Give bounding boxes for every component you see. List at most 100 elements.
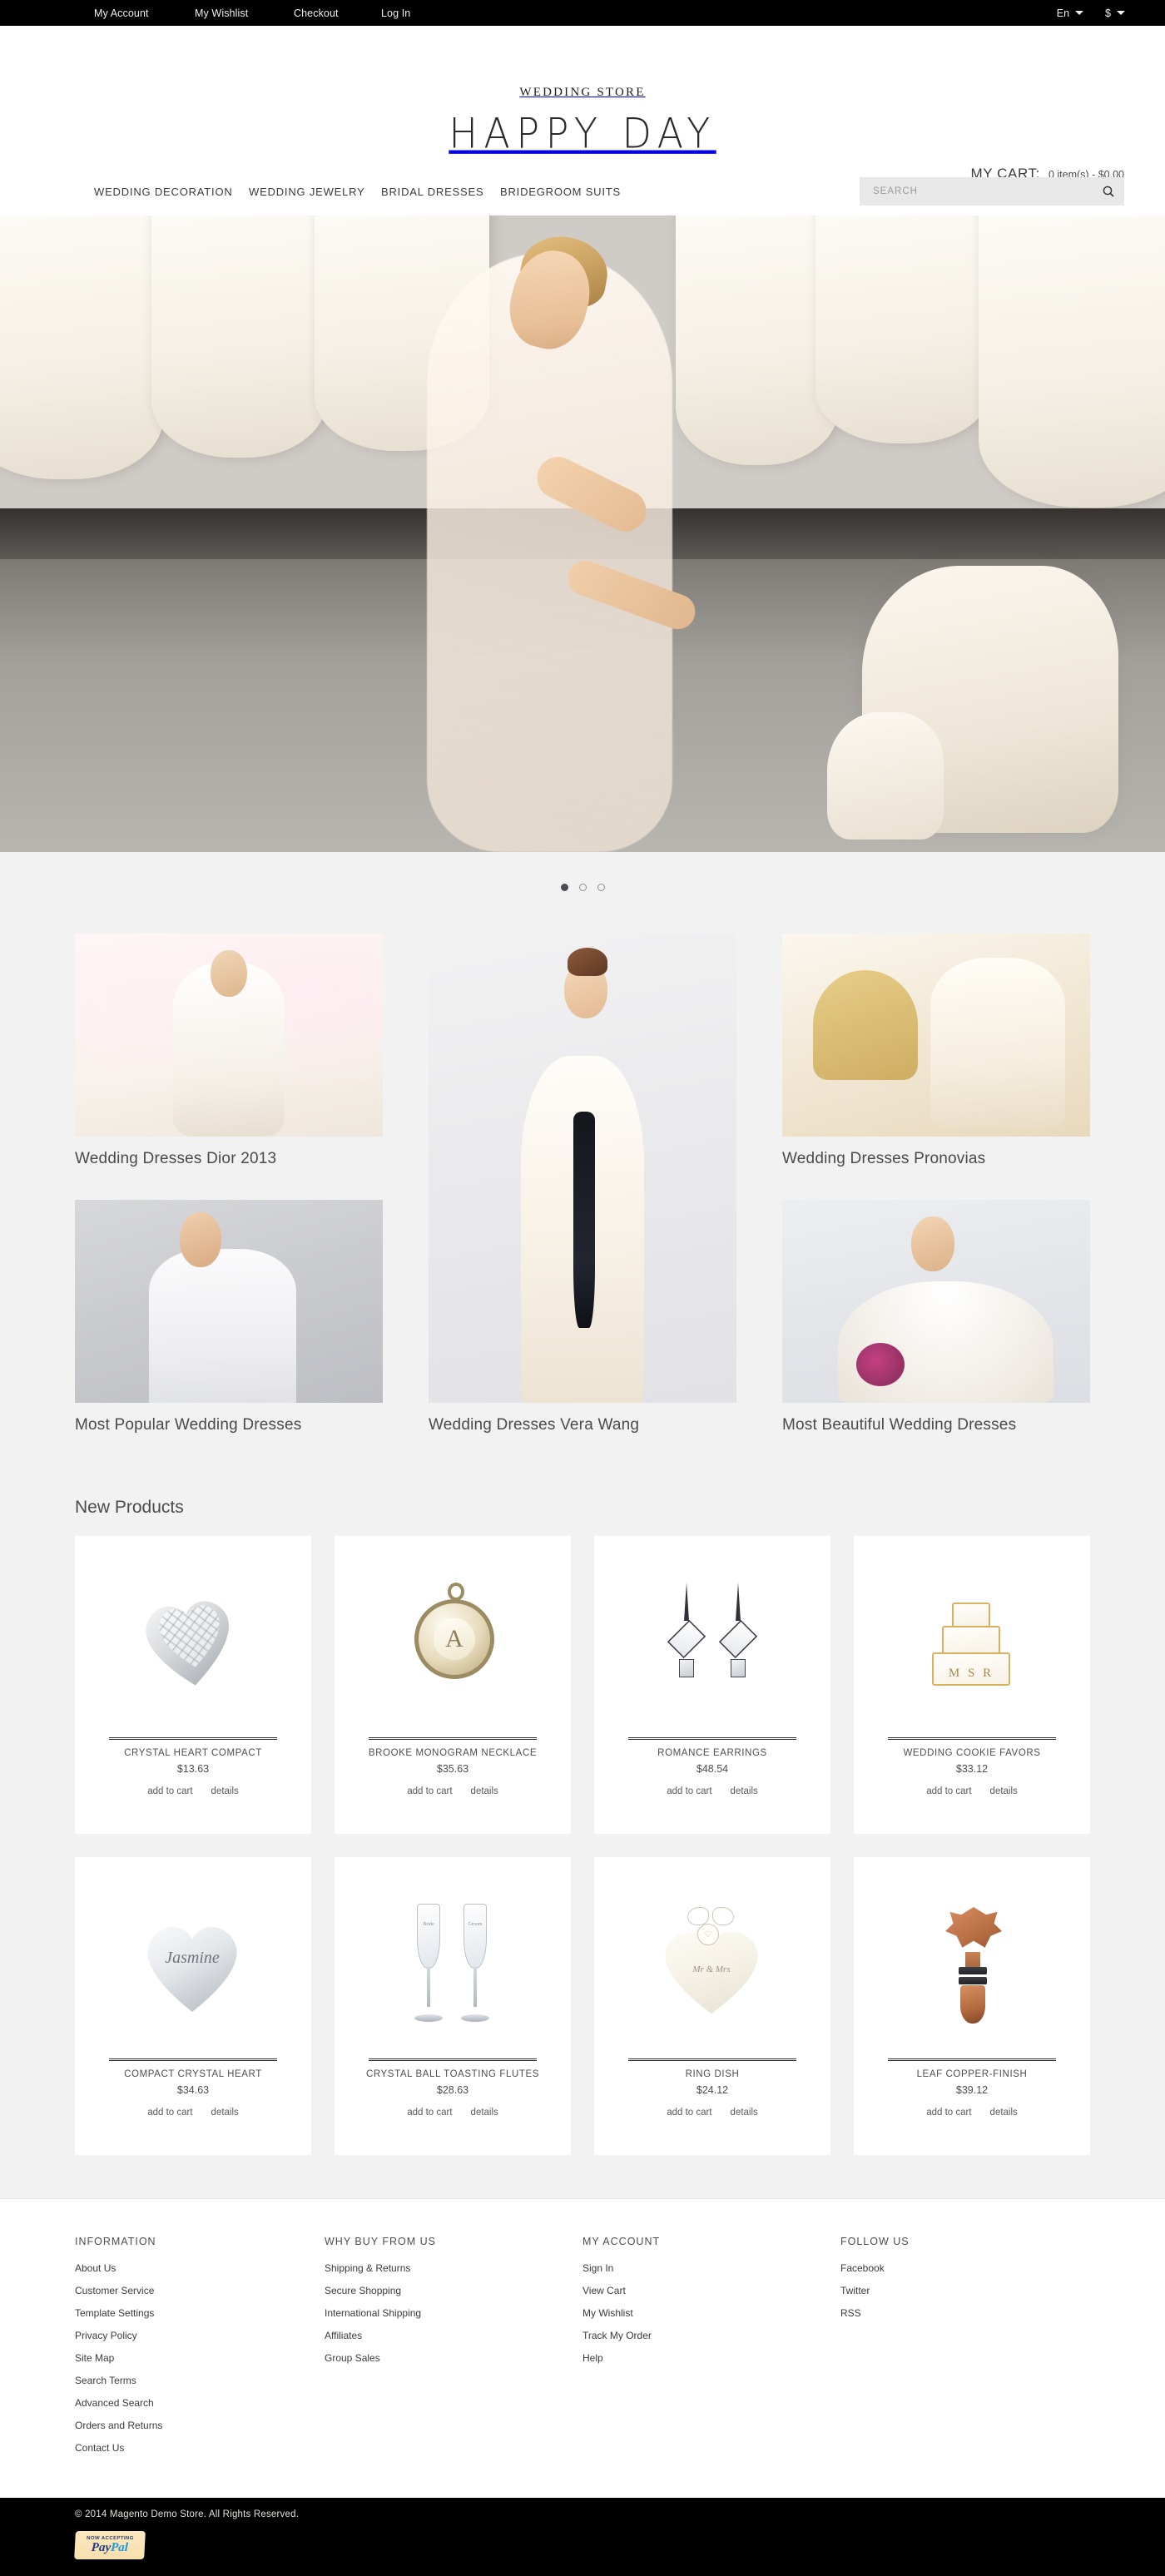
footer-link-about-us[interactable]: About Us (75, 2262, 325, 2274)
top-link-my-account[interactable]: My Account (94, 7, 195, 19)
category-image-most-popular (75, 1200, 383, 1403)
footer-link-my-wishlist[interactable]: My Wishlist (582, 2307, 840, 2319)
footer-link-track-my-order[interactable]: Track My Order (582, 2330, 840, 2341)
footer-link-customer-service[interactable]: Customer Service (75, 2285, 325, 2296)
footer-link-advanced-search[interactable]: Advanced Search (75, 2397, 325, 2409)
add-to-cart-button[interactable]: add to cart (147, 2108, 192, 2118)
product-card[interactable]: ROMANCE EARRINGS $48.54 add to cart deta… (594, 1536, 830, 1834)
footer-link-shipping-returns[interactable]: Shipping & Returns (325, 2262, 582, 2274)
category-image-most-beautiful (782, 1200, 1090, 1403)
page-root: My Account My Wishlist Checkout Log In E… (0, 0, 1165, 2576)
footer-link-affiliates[interactable]: Affiliates (325, 2330, 582, 2341)
footer-link-template-settings[interactable]: Template Settings (75, 2307, 325, 2319)
content-container: Wedding Dresses Dior 2013 Wedding Dresse… (75, 934, 1090, 2198)
product-card[interactable]: M S R WEDDING COOKIE FAVORS $33.12 add t… (854, 1536, 1090, 1834)
nav-item-wedding-jewelry[interactable]: WEDDING JEWELRY (249, 186, 381, 198)
details-link[interactable]: details (471, 1786, 498, 1796)
category-tile-dior[interactable]: Wedding Dresses Dior 2013 (75, 934, 383, 1168)
search-input[interactable] (873, 186, 1103, 196)
footer-column-follow-us: FOLLOW US Facebook Twitter RSS (840, 2236, 1090, 2465)
add-to-cart-button[interactable]: add to cart (926, 1786, 971, 1796)
details-link[interactable]: details (731, 1786, 758, 1796)
footer-link-rss[interactable]: RSS (840, 2307, 1090, 2319)
product-card[interactable]: LEAF COPPER-FINISH $39.12 add to cart de… (854, 1857, 1090, 2155)
footer-heading-information: INFORMATION (75, 2236, 156, 2247)
footer-column-why-buy-from-us: WHY BUY FROM US Shipping & Returns Secur… (325, 2236, 582, 2465)
details-link[interactable]: details (990, 2108, 1018, 2118)
footer-link-sign-in[interactable]: Sign In (582, 2262, 840, 2274)
site-header: WEDDING STORE HAPPY DAY MY CART: 0 item(… (0, 26, 1165, 215)
footer-link-help[interactable]: Help (582, 2352, 840, 2364)
product-card[interactable]: Jasmine COMPACT CRYSTAL HEART $34.63 add… (75, 1857, 311, 2155)
footer-link-secure-shopping[interactable]: Secure Shopping (325, 2285, 582, 2296)
footer-link-international-shipping[interactable]: International Shipping (325, 2307, 582, 2319)
details-link[interactable]: details (731, 2108, 758, 2118)
footer-link-site-map[interactable]: Site Map (75, 2352, 325, 2364)
top-link-log-in[interactable]: Log In (381, 7, 410, 19)
category-tile-most-beautiful[interactable]: Most Beautiful Wedding Dresses (782, 1200, 1090, 1434)
top-link-my-wishlist[interactable]: My Wishlist (195, 7, 294, 19)
footer-link-facebook[interactable]: Facebook (840, 2262, 1090, 2274)
category-tile-pronovias[interactable]: Wedding Dresses Pronovias (782, 934, 1090, 1168)
product-image-compact-crystal-heart: Jasmine (85, 1865, 301, 2058)
add-to-cart-button[interactable]: add to cart (407, 2108, 452, 2118)
product-name: LEAF COPPER-FINISH (916, 2069, 1028, 2079)
currency-switcher[interactable]: $ (1102, 7, 1128, 19)
logo-tagline: WEDDING STORE (519, 86, 646, 99)
nav-item-wedding-decoration[interactable]: WEDDING DECORATION (94, 186, 249, 198)
details-link[interactable]: details (211, 1786, 239, 1796)
footer-heading-follow-us: FOLLOW US (840, 2236, 910, 2247)
product-actions: add to cart details (667, 2108, 758, 2118)
footer-link-privacy-policy[interactable]: Privacy Policy (75, 2330, 325, 2341)
category-image-pronovias (782, 934, 1090, 1137)
product-actions: add to cart details (407, 2108, 498, 2118)
details-link[interactable]: details (471, 2108, 498, 2118)
paypal-badge[interactable]: NOW ACCEPTING PayPal (74, 2531, 146, 2559)
carousel-dot-1[interactable] (560, 884, 568, 891)
copyright-text: © 2014 Magento Demo Store. All Rights Re… (75, 2509, 300, 2519)
flute-label-bride: Bride (423, 1922, 434, 1927)
footer-link-orders-and-returns[interactable]: Orders and Returns (75, 2420, 325, 2431)
product-card[interactable]: CRYSTAL HEART COMPACT $13.63 add to cart… (75, 1536, 311, 1834)
category-tile-vera-wang[interactable]: Wedding Dresses Vera Wang (429, 934, 736, 1434)
carousel-dot-3[interactable] (597, 884, 605, 891)
product-divider (368, 1737, 538, 1740)
footer-link-group-sales[interactable]: Group Sales (325, 2352, 582, 2364)
product-price: $33.12 (955, 1763, 989, 1775)
search-button[interactable] (1103, 186, 1114, 197)
product-card[interactable]: A BROOKE MONOGRAM NECKLACE $35.63 add to… (335, 1536, 571, 1834)
add-to-cart-button[interactable]: add to cart (667, 1786, 711, 1796)
product-name: BROOKE MONOGRAM NECKLACE (368, 1748, 538, 1758)
hero-banner[interactable] (0, 215, 1165, 852)
category-tiles: Wedding Dresses Dior 2013 Wedding Dresse… (75, 934, 1090, 1466)
nav-item-bridal-dresses[interactable]: BRIDAL DRESSES (381, 186, 500, 198)
top-links: My Account My Wishlist Checkout Log In (94, 7, 410, 19)
product-card[interactable]: Mr & Mrs ♡ RING DISH $24.12 add to cart … (594, 1857, 830, 2155)
flute-label-groom: Groom (468, 1922, 483, 1927)
footer-link-twitter[interactable]: Twitter (840, 2285, 1090, 2296)
product-name: ROMANCE EARRINGS (657, 1748, 767, 1758)
top-link-checkout[interactable]: Checkout (294, 7, 381, 19)
carousel-dot-2[interactable] (578, 884, 587, 891)
product-card[interactable]: Bride Groom CRYSTAL BALL TOASTING FLUTES… (335, 1857, 571, 2155)
category-tile-most-popular[interactable]: Most Popular Wedding Dresses (75, 1200, 383, 1434)
footer-link-search-terms[interactable]: Search Terms (75, 2375, 325, 2386)
details-link[interactable]: details (211, 2108, 239, 2118)
product-name: RING DISH (685, 2069, 740, 2079)
heart-icon: ♡ (697, 1924, 719, 1945)
add-to-cart-button[interactable]: add to cart (667, 2108, 711, 2118)
add-to-cart-button[interactable]: add to cart (926, 2108, 971, 2118)
details-link[interactable]: details (990, 1786, 1018, 1796)
nav-item-bridegroom-suits[interactable]: BRIDEGROOM SUITS (500, 186, 621, 198)
language-switcher[interactable]: En (1053, 7, 1087, 19)
new-products-heading: New Products (75, 1498, 184, 1517)
footer-link-contact-us[interactable]: Contact Us (75, 2442, 325, 2454)
add-to-cart-button[interactable]: add to cart (407, 1786, 452, 1796)
footer-column-my-account: MY ACCOUNT Sign In View Cart My Wishlist… (582, 2236, 840, 2465)
site-logo[interactable]: WEDDING STORE HAPPY DAY (0, 86, 1165, 157)
footer-link-view-cart[interactable]: View Cart (582, 2285, 840, 2296)
hero-shoe-pile-secondary (827, 711, 944, 840)
paypal-wordmark: PayPal (91, 2541, 128, 2554)
hero-image (0, 215, 1165, 852)
add-to-cart-button[interactable]: add to cart (147, 1786, 192, 1796)
